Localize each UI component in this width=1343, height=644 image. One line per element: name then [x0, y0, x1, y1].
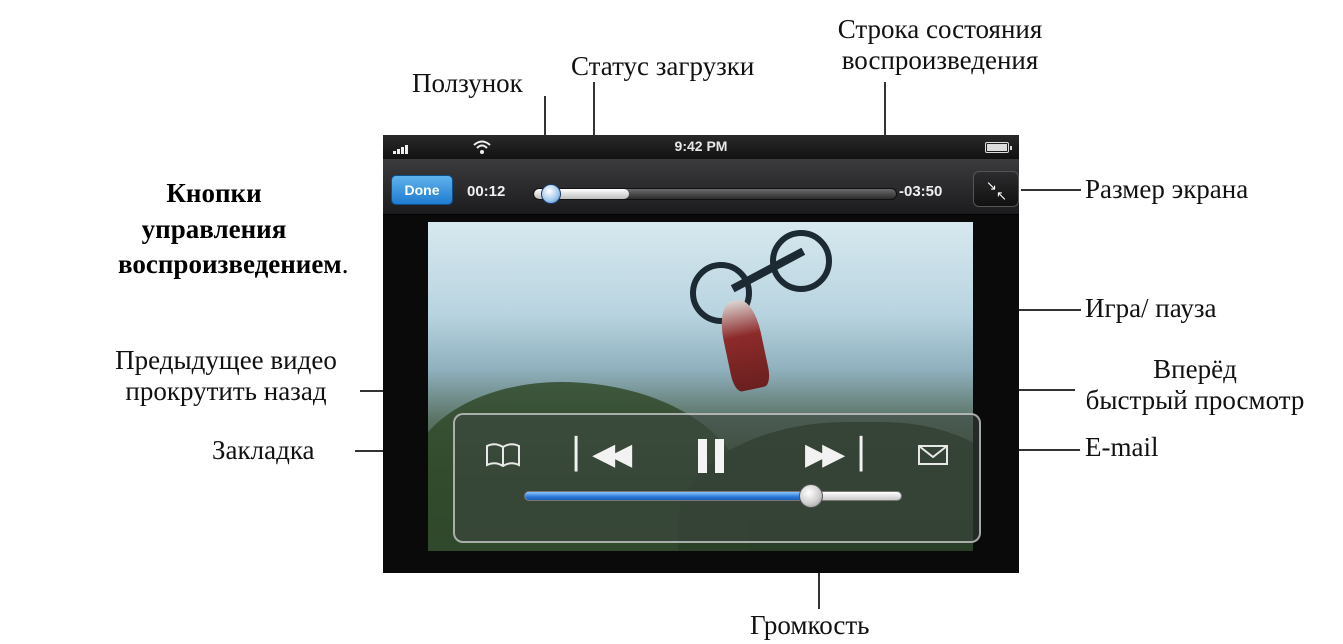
playback-progress-bar[interactable]: [533, 188, 897, 200]
volume-level-fill: [525, 492, 813, 500]
annotation-title-period: .: [341, 249, 349, 280]
label-forward-line1: Вперёд: [1153, 354, 1237, 384]
label-previous: Предыдущее видео прокрутить назад: [76, 345, 376, 407]
label-slider: Ползунок: [412, 68, 523, 98]
screen-scale-button[interactable]: ↘ ↖: [973, 171, 1019, 207]
bookmark-icon[interactable]: [485, 441, 521, 469]
label-playback-bar: Строка состояния воспроизведения: [820, 14, 1060, 76]
volume-slider[interactable]: [524, 491, 902, 501]
label-volume: Громкость: [750, 610, 870, 640]
time-elapsed: 00:12: [467, 183, 506, 200]
annotation-title-text: Кнопки управления воспроизведением: [118, 178, 342, 280]
bike-rider: [716, 297, 772, 393]
pause-icon[interactable]: [698, 439, 726, 473]
status-bar: 9:42 PM: [383, 135, 1019, 159]
label-forward: Вперёд быстрый просмотр: [1050, 354, 1340, 416]
label-play-pause: Игра/ пауза: [1085, 293, 1217, 323]
playback-controls-panel: ▏◀◀ ▶▶▕: [453, 413, 981, 543]
label-bookmark: Закладка: [212, 435, 315, 465]
label-screen-size: Размер экрана: [1085, 174, 1249, 204]
email-icon[interactable]: [917, 443, 949, 467]
label-email: E-mail: [1085, 432, 1159, 462]
video-player-screen: 9:42 PM Done 00:12 -03:50 ↘ ↖ ▏◀◀ ▶▶▕: [383, 135, 1019, 573]
done-button[interactable]: Done: [391, 175, 453, 205]
next-icon[interactable]: ▶▶▕: [805, 437, 862, 472]
label-playback-bar-line2: воспроизведения: [841, 45, 1039, 76]
time-remaining: -03:50: [899, 183, 943, 200]
label-previous-line1: Предыдущее видео: [115, 345, 337, 375]
playback-toolbar: Done 00:12 -03:50 ↘ ↖: [383, 159, 1019, 215]
label-previous-line2: прокрутить назад: [125, 376, 327, 407]
battery-icon: [985, 142, 1012, 153]
playhead-slider-knob[interactable]: [541, 184, 562, 204]
leader-screen-size: [1021, 189, 1081, 191]
previous-icon[interactable]: ▏◀◀: [575, 437, 632, 472]
volume-slider-knob[interactable]: [799, 484, 824, 508]
label-playback-bar-line1: Строка состояния: [837, 14, 1043, 44]
label-forward-line2: быстрый просмотр: [1085, 385, 1305, 416]
label-download-status: Статус загрузки: [571, 51, 755, 81]
status-clock: 9:42 PM: [674, 138, 728, 154]
annotation-title: Кнопки управления воспроизведением.: [118, 176, 348, 283]
